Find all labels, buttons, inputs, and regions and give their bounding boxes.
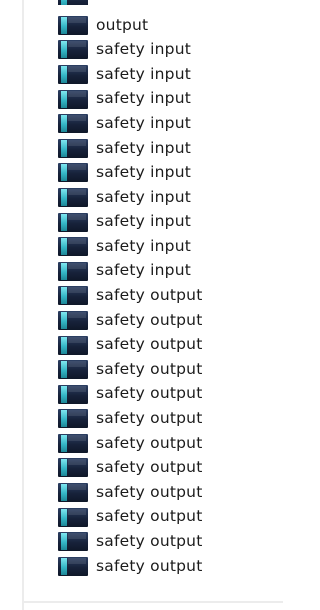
list-item[interactable]: safety input bbox=[58, 111, 283, 136]
item-label: safety input bbox=[96, 89, 192, 108]
module-icon bbox=[58, 433, 88, 453]
module-icon bbox=[58, 15, 88, 35]
list-item[interactable]: output bbox=[58, 13, 283, 38]
module-icon bbox=[58, 532, 88, 552]
module-icon bbox=[58, 556, 88, 576]
list-item[interactable]: safety input bbox=[58, 38, 283, 63]
item-label: safety output bbox=[96, 384, 203, 403]
module-icon bbox=[58, 286, 88, 306]
list-item[interactable]: safety output bbox=[58, 284, 283, 309]
list-item[interactable]: safety input bbox=[58, 62, 283, 87]
list-item[interactable]: safety output bbox=[58, 554, 283, 579]
module-list-panel: output safety input safety input safety inp… bbox=[0, 0, 283, 610]
item-label: safety output bbox=[96, 286, 203, 305]
list-item[interactable]: safety output bbox=[58, 333, 283, 358]
module-icon bbox=[58, 483, 88, 503]
module-icon bbox=[58, 261, 88, 281]
module-icon bbox=[58, 114, 88, 134]
item-label: safety output bbox=[96, 556, 203, 575]
list-item[interactable]: safety output bbox=[58, 529, 283, 554]
item-label: safety output bbox=[96, 335, 203, 354]
item-label: safety output bbox=[96, 532, 203, 551]
list-item[interactable]: safety output bbox=[58, 407, 283, 432]
item-label: safety output bbox=[96, 507, 203, 526]
module-icon bbox=[58, 138, 88, 158]
item-label: safety input bbox=[96, 212, 192, 231]
module-icon bbox=[58, 507, 88, 527]
module-icon bbox=[58, 458, 88, 478]
module-icon bbox=[58, 40, 88, 60]
list-item[interactable]: safety output bbox=[58, 308, 283, 333]
clipped-previous-item bbox=[58, 0, 100, 5]
list-item[interactable]: safety input bbox=[58, 234, 283, 259]
item-label: safety output bbox=[96, 409, 203, 428]
list-item[interactable]: safety input bbox=[58, 161, 283, 186]
list-item[interactable]: safety input bbox=[58, 87, 283, 112]
item-label: safety input bbox=[96, 187, 192, 206]
list-item[interactable]: safety output bbox=[58, 431, 283, 456]
module-icon bbox=[58, 89, 88, 109]
module-icon bbox=[58, 212, 88, 232]
list-item[interactable]: safety input bbox=[58, 259, 283, 284]
module-icon bbox=[58, 335, 88, 355]
item-label: safety input bbox=[96, 64, 192, 83]
module-icon bbox=[58, 310, 88, 330]
item-label: safety output bbox=[96, 433, 203, 452]
list-item[interactable]: safety input bbox=[58, 185, 283, 210]
module-icon bbox=[58, 237, 88, 257]
list-item[interactable]: safety input bbox=[58, 136, 283, 161]
module-icon bbox=[58, 409, 88, 429]
item-label: safety input bbox=[96, 261, 192, 280]
list-item[interactable]: safety output bbox=[58, 480, 283, 505]
list-item[interactable]: safety output bbox=[58, 357, 283, 382]
panel-bottom-border bbox=[22, 601, 283, 603]
module-icon bbox=[58, 360, 88, 380]
list-item[interactable]: safety input bbox=[58, 210, 283, 235]
module-icon bbox=[58, 384, 88, 404]
item-label: safety input bbox=[96, 138, 192, 157]
item-label: safety output bbox=[96, 458, 203, 477]
module-list: output safety input safety input safety inp… bbox=[58, 13, 283, 579]
item-label: safety input bbox=[96, 40, 192, 59]
item-label: safety input bbox=[96, 236, 192, 255]
list-item[interactable]: safety output bbox=[58, 505, 283, 530]
item-label: output bbox=[96, 15, 149, 34]
list-item[interactable]: safety output bbox=[58, 382, 283, 407]
list-item[interactable]: safety output bbox=[58, 456, 283, 481]
item-label: safety input bbox=[96, 113, 192, 132]
panel-left-border bbox=[22, 0, 24, 610]
item-label: safety output bbox=[96, 310, 203, 329]
item-label: safety input bbox=[96, 163, 192, 182]
module-icon bbox=[58, 187, 88, 207]
module-icon bbox=[58, 163, 88, 183]
item-label: safety output bbox=[96, 482, 203, 501]
item-label: safety output bbox=[96, 359, 203, 378]
module-icon bbox=[58, 64, 88, 84]
